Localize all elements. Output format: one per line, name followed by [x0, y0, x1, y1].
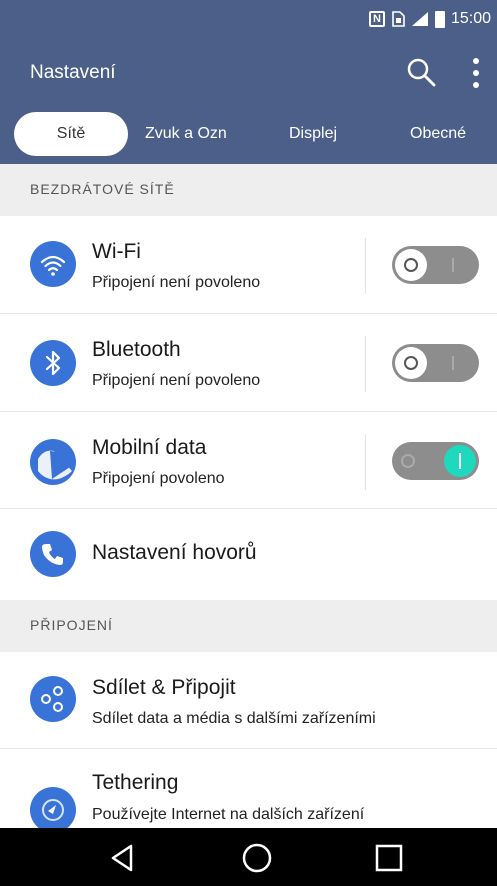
share-icon — [30, 676, 76, 722]
tethering-icon — [30, 787, 76, 828]
wifi-icon — [30, 241, 76, 287]
row-subtitle: Sdílet data a média s dalšími zařízeními — [92, 710, 376, 727]
status-bar: N 15:00 — [0, 0, 497, 40]
toggle-on-mark — [452, 258, 454, 272]
tab-bar: Sítě Zvuk a Ozn Displej Obecné — [0, 106, 497, 164]
search-icon[interactable] — [405, 56, 437, 88]
page-title: Nastavení — [30, 62, 116, 83]
nfc-icon: N — [368, 11, 385, 27]
navigation-bar — [0, 828, 497, 886]
section-label: PŘIPOJENÍ — [30, 617, 113, 633]
tab-sound[interactable]: Zvuk a Ozn — [145, 112, 227, 156]
row-divider — [365, 336, 366, 392]
status-icons: N 15:00 — [368, 10, 491, 28]
row-title: Bluetooth — [92, 338, 181, 361]
signal-icon — [411, 12, 428, 26]
section-label: BEZDRÁTOVÉ SÍTĚ — [30, 181, 175, 197]
app-bar: Nastavení — [0, 40, 497, 106]
toggle-knob — [395, 347, 427, 379]
tab-general[interactable]: Obecné — [410, 112, 466, 156]
row-title: Sdílet & Připojit — [92, 676, 236, 699]
bluetooth-icon — [30, 340, 76, 386]
row-title: Wi-Fi — [92, 240, 141, 263]
phone-icon — [30, 531, 76, 577]
back-icon[interactable] — [106, 841, 140, 875]
settings-row-wifi[interactable]: Wi-Fi Připojení není povoleno — [0, 216, 497, 313]
sim-icon — [392, 11, 405, 27]
row-subtitle: Připojení není povoleno — [92, 372, 261, 389]
row-subtitle: Používejte Internet na dalších zařízení — [92, 806, 365, 823]
toggle-on-mark — [452, 356, 454, 370]
settings-row-mobile-data[interactable]: Mobilní data Připojení povoleno — [0, 412, 497, 508]
home-icon[interactable] — [240, 841, 274, 875]
battery-icon — [434, 10, 445, 28]
row-title: Tethering — [92, 771, 179, 794]
settings-row-share-connect[interactable]: Sdílet & Připojit Sdílet data a média s … — [0, 652, 497, 748]
mobile-data-icon — [30, 439, 76, 485]
row-divider — [365, 238, 366, 294]
status-time: 15:00 — [450, 10, 491, 27]
toggle-knob — [395, 249, 427, 281]
more-vert-icon[interactable] — [466, 56, 486, 90]
bluetooth-toggle[interactable] — [392, 344, 479, 382]
recents-icon[interactable] — [372, 841, 406, 875]
toggle-off-mark — [401, 454, 415, 468]
tab-networks[interactable]: Sítě — [14, 112, 128, 156]
section-header-wireless: BEZDRÁTOVÉ SÍTĚ — [0, 164, 497, 216]
row-title: Nastavení hovorů — [92, 541, 257, 564]
row-subtitle: Připojení povoleno — [92, 470, 225, 487]
row-divider — [365, 434, 366, 490]
row-title: Mobilní data — [92, 436, 207, 459]
wifi-toggle[interactable] — [392, 246, 479, 284]
tab-display[interactable]: Displej — [289, 112, 337, 156]
mobile-data-toggle[interactable] — [392, 442, 479, 480]
settings-row-bluetooth[interactable]: Bluetooth Připojení není povoleno — [0, 314, 497, 411]
row-subtitle: Připojení není povoleno — [92, 274, 261, 291]
settings-row-tethering[interactable]: Tethering Používejte Internet na dalších… — [0, 749, 497, 828]
section-header-connection: PŘIPOJENÍ — [0, 600, 497, 652]
settings-row-call-settings[interactable]: Nastavení hovorů — [0, 509, 497, 600]
toggle-knob — [444, 445, 476, 477]
